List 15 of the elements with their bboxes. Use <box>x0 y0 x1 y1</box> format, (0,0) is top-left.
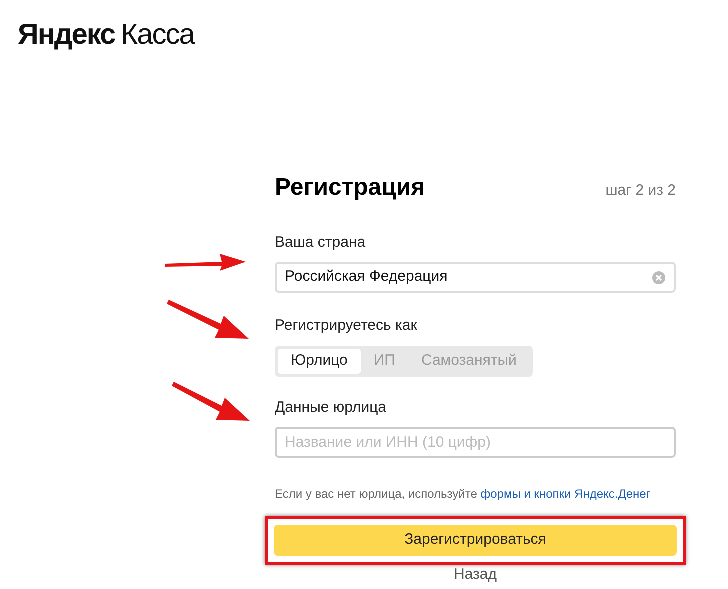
field-label: Ваша страна <box>275 232 367 252</box>
register-button[interactable]: Зарегистрироваться <box>274 525 677 556</box>
logo-brand: Яндекс <box>18 18 116 53</box>
field-label: Данные юрлица <box>275 398 388 418</box>
back-link[interactable]: Назад <box>454 565 497 585</box>
hint-link[interactable]: формы и кнопки Яндекс.Денег <box>480 487 651 501</box>
form-title: Регистрация <box>275 172 426 202</box>
country-field[interactable]: Российская Федерация <box>275 262 676 293</box>
logo-product: Касса <box>121 18 194 53</box>
hint-text: Если у вас нет юрлица, используйте формы и кнопки Яндекс.Денег <box>275 486 652 503</box>
step-indicator: шаг 2 из 2 <box>606 180 676 200</box>
clear-icon[interactable] <box>652 270 666 284</box>
field-label: Регистрируетесь как <box>275 316 418 336</box>
input-field[interactable]: Название или ИНН (10 цифр) <box>275 427 676 458</box>
segment-tab[interactable]: Юрлицо <box>278 348 361 374</box>
